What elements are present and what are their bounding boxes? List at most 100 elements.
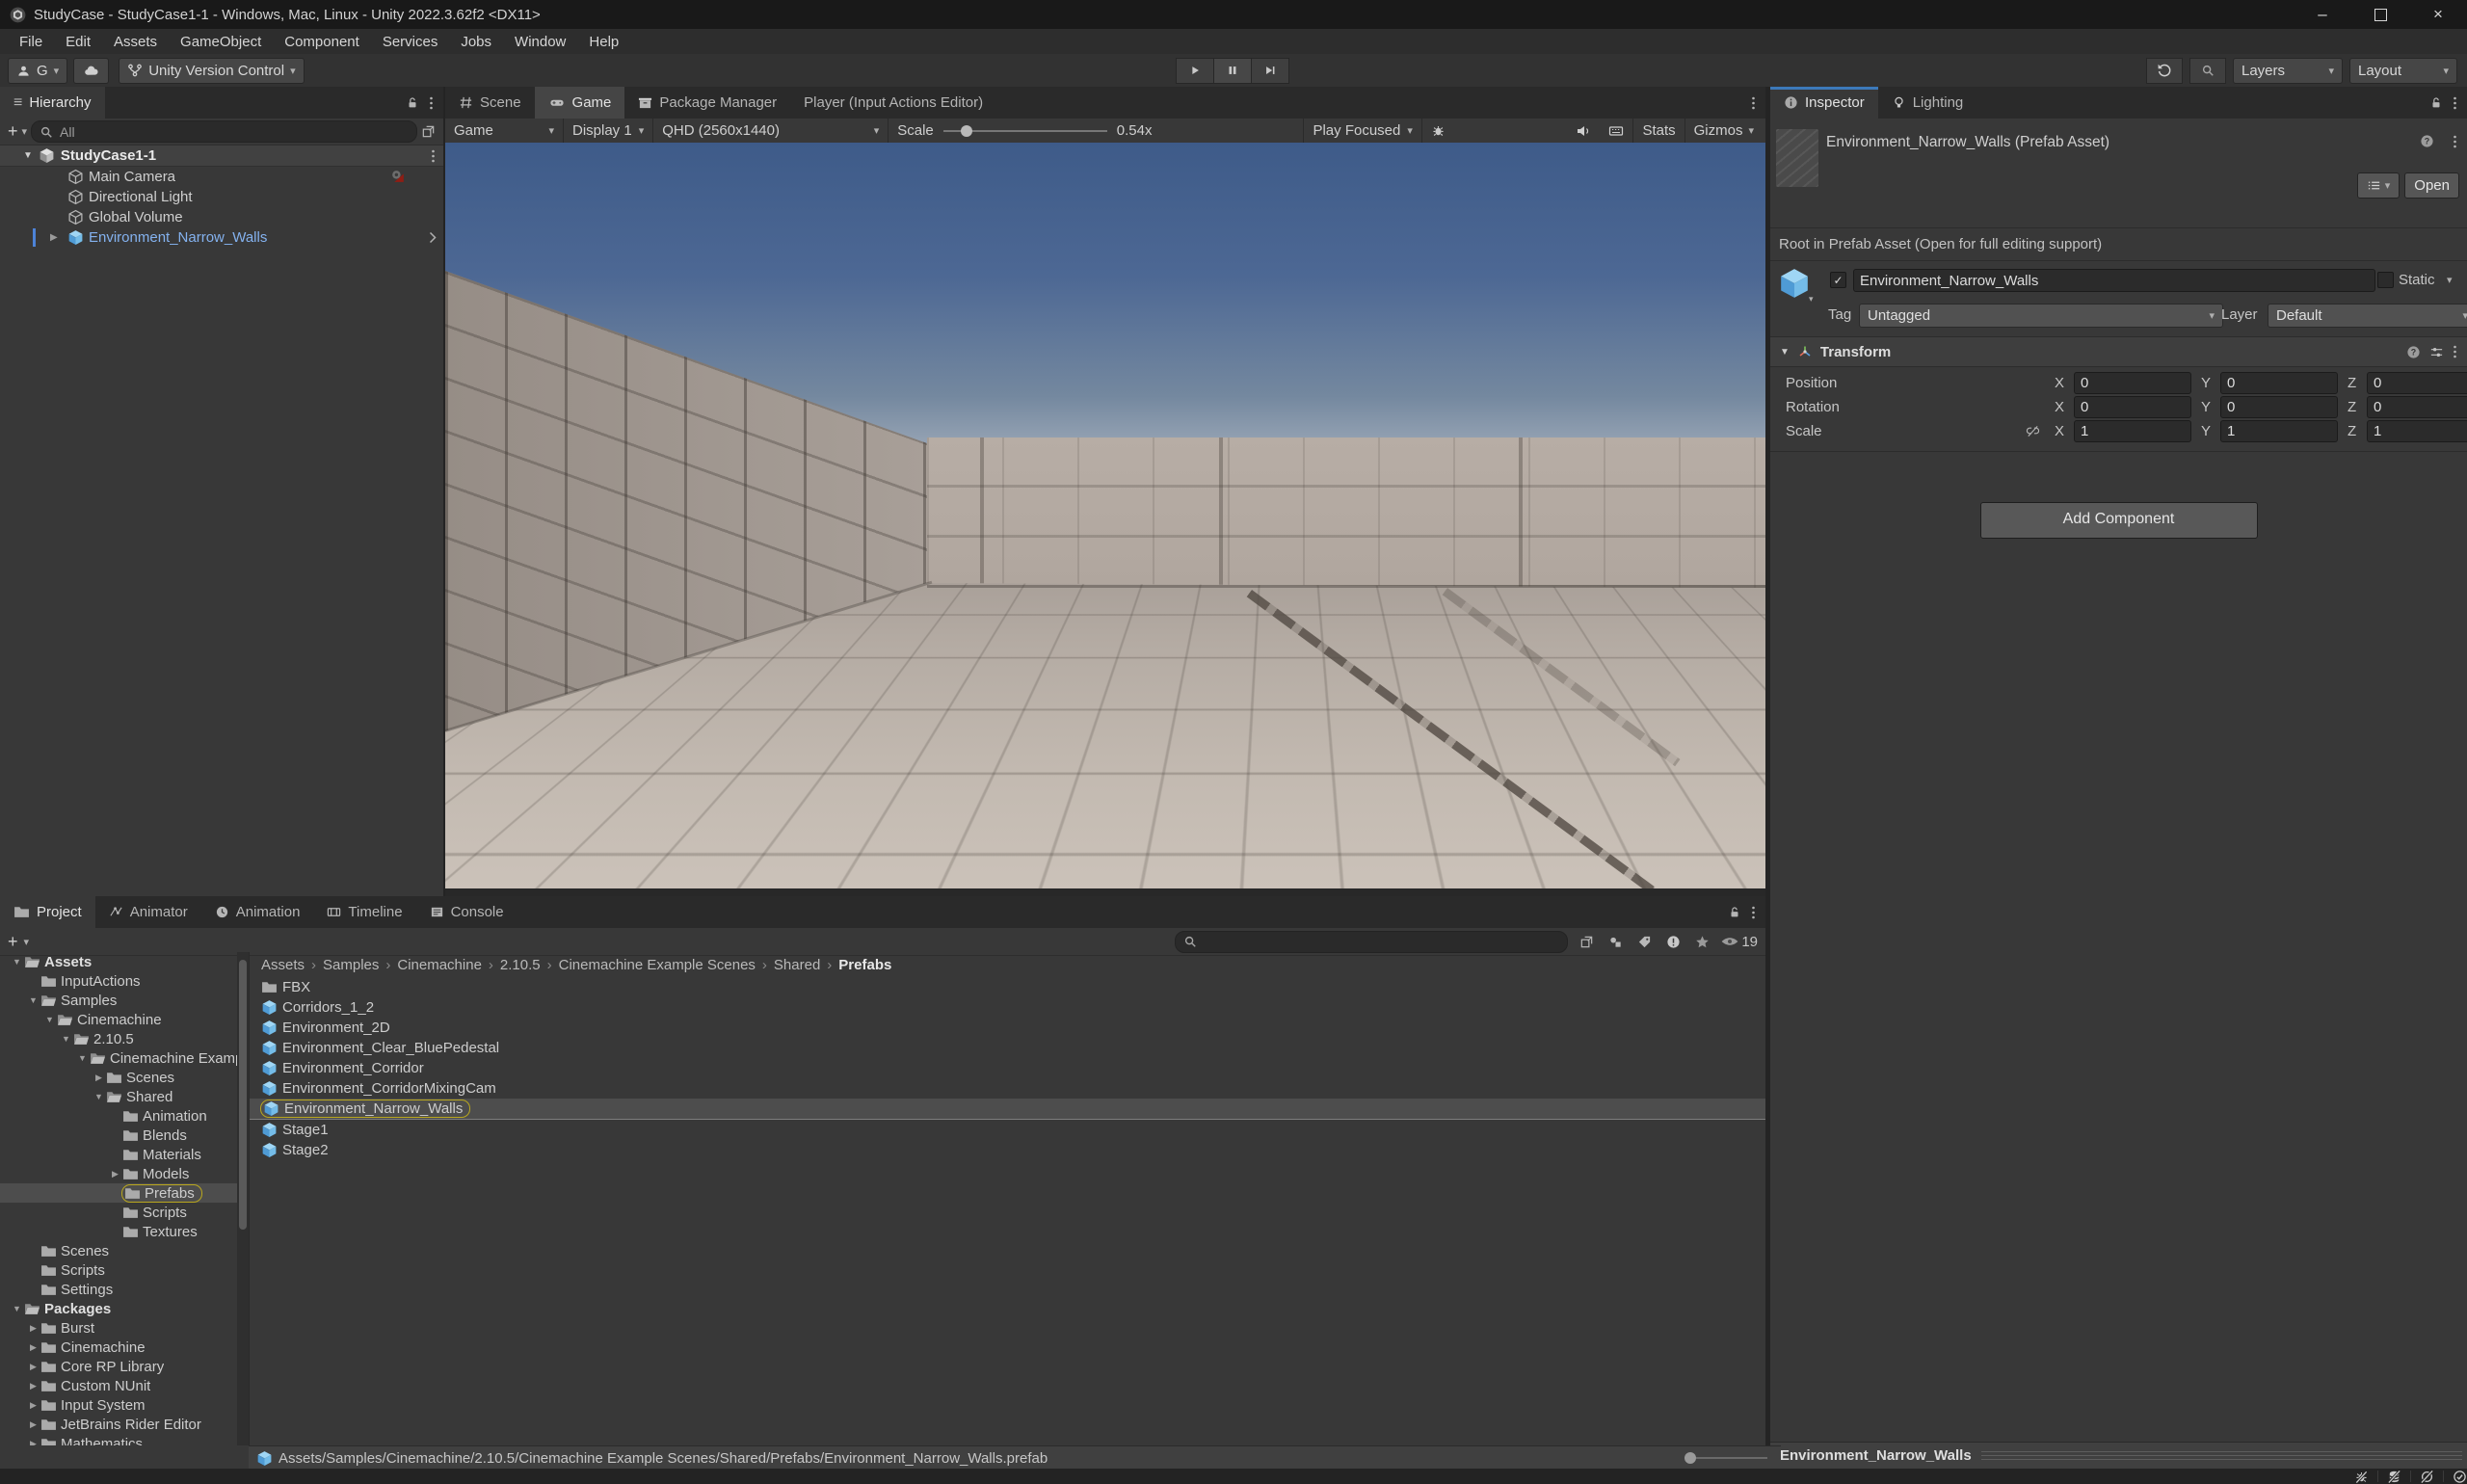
rotation-z-field[interactable] [2367, 396, 2467, 418]
presets-icon[interactable] [2429, 345, 2444, 359]
chevron-right-icon[interactable] [429, 231, 437, 244]
breadcrumb-shared[interactable]: Shared [774, 957, 820, 973]
stats-toggle[interactable]: Stats [1632, 119, 1684, 143]
warnings-icon[interactable] [1660, 931, 1685, 952]
menu-component[interactable]: Component [273, 33, 371, 51]
asset-corridors-1-2[interactable]: Corridors_1_2 [250, 997, 1765, 1018]
open-search-icon[interactable] [1574, 931, 1599, 952]
breadcrumb-samples[interactable]: Samples [323, 957, 379, 973]
layers-dropdown[interactable]: Layers ▾ [2233, 58, 2343, 84]
account-dropdown[interactable]: G ▾ [8, 58, 67, 84]
tab-console[interactable]: Console [416, 896, 517, 928]
scale-y-field[interactable] [2220, 420, 2338, 442]
game-viewport[interactable] [445, 143, 1765, 888]
menu-services[interactable]: Services [371, 33, 450, 51]
breadcrumb-cinemachine[interactable]: Cinemachine [397, 957, 482, 973]
active-checkbox[interactable]: ✓ [1830, 272, 1846, 288]
project-searchbox[interactable] [1175, 931, 1568, 953]
foldout-collapsed-icon[interactable]: ▶ [92, 1073, 106, 1083]
asset-fbx[interactable]: FBX [250, 977, 1765, 997]
filter-by-type-icon[interactable] [1603, 931, 1628, 952]
open-new-window-icon[interactable] [421, 124, 436, 139]
tree-item-core-rp-library[interactable]: ▶Core RP Library [0, 1357, 237, 1376]
preview-bar[interactable]: Environment_Narrow_Walls [1770, 1442, 2467, 1469]
menu-file[interactable]: File [8, 33, 54, 51]
tree-item-packages[interactable]: ▼Packages [0, 1299, 237, 1318]
tree-item-materials[interactable]: Materials [0, 1145, 237, 1164]
tree-item-shared[interactable]: ▼Shared [0, 1087, 237, 1106]
debug-toggle[interactable] [1422, 119, 1454, 143]
tree-item-scripts[interactable]: Scripts [0, 1260, 237, 1280]
menu-help[interactable]: Help [577, 33, 630, 51]
foldout-collapsed-icon[interactable]: ▶ [26, 1342, 40, 1353]
position-x-field[interactable] [2074, 372, 2191, 394]
breadcrumb-2-10-5[interactable]: 2.10.5 [500, 957, 541, 973]
kebab-icon[interactable] [431, 148, 436, 164]
tab-scene[interactable]: Scene [445, 87, 535, 119]
tab-project[interactable]: Project [0, 896, 95, 928]
position-z-field[interactable] [2367, 372, 2467, 394]
foldout-collapsed-icon[interactable]: ▶ [26, 1439, 40, 1446]
kebab-icon[interactable] [2453, 134, 2457, 149]
hierarchy-item-main-camera[interactable]: Main Camera [0, 167, 443, 187]
tree-item-burst[interactable]: ▶Burst [0, 1318, 237, 1338]
open-prefab-button[interactable]: Open [2404, 172, 2459, 199]
foldout-expanded-icon[interactable]: ▼ [10, 957, 24, 967]
foldout-collapsed-icon[interactable]: ▶ [50, 232, 67, 243]
layer-dropdown[interactable]: Default ▾ [2268, 304, 2467, 328]
minimize-icon[interactable]: – [2294, 0, 2351, 29]
tree-item-assets[interactable]: ▼Assets [0, 952, 237, 971]
kebab-icon[interactable] [1751, 905, 1756, 920]
tree-item-settings[interactable]: Settings [0, 1280, 237, 1299]
tree-item-mathematics[interactable]: ▶Mathematics [0, 1434, 237, 1445]
chevron-down-icon[interactable]: ▾ [2447, 274, 2453, 286]
tab-package-manager[interactable]: Package Manager [624, 87, 790, 119]
tree-item-cinemachine-example-scenes[interactable]: ▼Cinemachine Example Scenes [0, 1048, 237, 1068]
menu-window[interactable]: Window [503, 33, 577, 51]
foldout-expanded-icon[interactable]: ▼ [26, 995, 40, 1005]
tab-animation[interactable]: Animation [201, 896, 314, 928]
gizmos-dropdown[interactable]: Gizmos ▾ [1684, 119, 1765, 143]
hierarchy-item-global-volume[interactable]: Global Volume [0, 207, 443, 227]
preview-drag-handle[interactable] [1981, 1451, 2462, 1460]
play-focused-dropdown[interactable]: Play Focused ▾ [1303, 119, 1421, 143]
link-off-icon[interactable] [2026, 424, 2040, 438]
hierarchy-item-directional-light[interactable]: Directional Light [0, 187, 443, 207]
hierarchy-item-environment-narrow-walls[interactable]: ▶Environment_Narrow_Walls [0, 227, 443, 248]
foldout-collapsed-icon[interactable]: ▶ [26, 1400, 40, 1411]
hierarchy-search-input[interactable] [58, 123, 409, 141]
breadcrumb-assets[interactable]: Assets [261, 957, 305, 973]
kebab-icon[interactable] [2453, 344, 2457, 359]
tree-item-blends[interactable]: Blends [0, 1126, 237, 1145]
asset-stage1[interactable]: Stage1 [250, 1120, 1765, 1140]
foldout-expanded-icon[interactable]: ▼ [10, 1304, 24, 1313]
kebab-icon[interactable] [1751, 95, 1756, 111]
foldout-collapsed-icon[interactable]: ▶ [26, 1381, 40, 1391]
asset-environment-corridor[interactable]: Environment_Corridor [250, 1058, 1765, 1078]
tree-item-textures[interactable]: Textures [0, 1222, 237, 1241]
scale-slider[interactable] [943, 130, 1107, 132]
foldout-expanded-icon[interactable]: ▼ [75, 1053, 90, 1063]
tab-hierarchy[interactable]: ≡ Hierarchy [0, 87, 105, 119]
game-mode-dropdown[interactable]: Game ▾ [445, 119, 564, 143]
rotation-y-field[interactable] [2220, 396, 2338, 418]
cache-disabled-icon[interactable] [2387, 1470, 2401, 1484]
tree-item-scenes[interactable]: Scenes [0, 1241, 237, 1260]
foldout-collapsed-icon[interactable]: ▶ [26, 1419, 40, 1430]
foldout-expanded-icon[interactable]: ▼ [23, 150, 33, 161]
foldout-collapsed-icon[interactable]: ▶ [26, 1323, 40, 1334]
tab-game[interactable]: Game [535, 87, 625, 119]
menu-jobs[interactable]: Jobs [449, 33, 503, 51]
kebab-icon[interactable] [2453, 95, 2457, 111]
tree-item-cinemachine[interactable]: ▶Cinemachine [0, 1338, 237, 1357]
tree-item-jetbrains-rider-editor[interactable]: ▶JetBrains Rider Editor [0, 1415, 237, 1434]
project-search-input[interactable] [1202, 933, 1559, 950]
menu-assets[interactable]: Assets [102, 33, 169, 51]
asset-environment-2d[interactable]: Environment_2D [250, 1018, 1765, 1038]
lock-icon[interactable] [1728, 906, 1741, 919]
breadcrumb-cinemachine-example-scenes[interactable]: Cinemachine Example Scenes [559, 957, 756, 973]
help-icon[interactable]: ? [2406, 345, 2421, 359]
asset-stage2[interactable]: Stage2 [250, 1140, 1765, 1160]
tree-item-samples[interactable]: ▼Samples [0, 991, 237, 1010]
transform-component-header[interactable]: ▼ Transform ? [1770, 337, 2467, 367]
